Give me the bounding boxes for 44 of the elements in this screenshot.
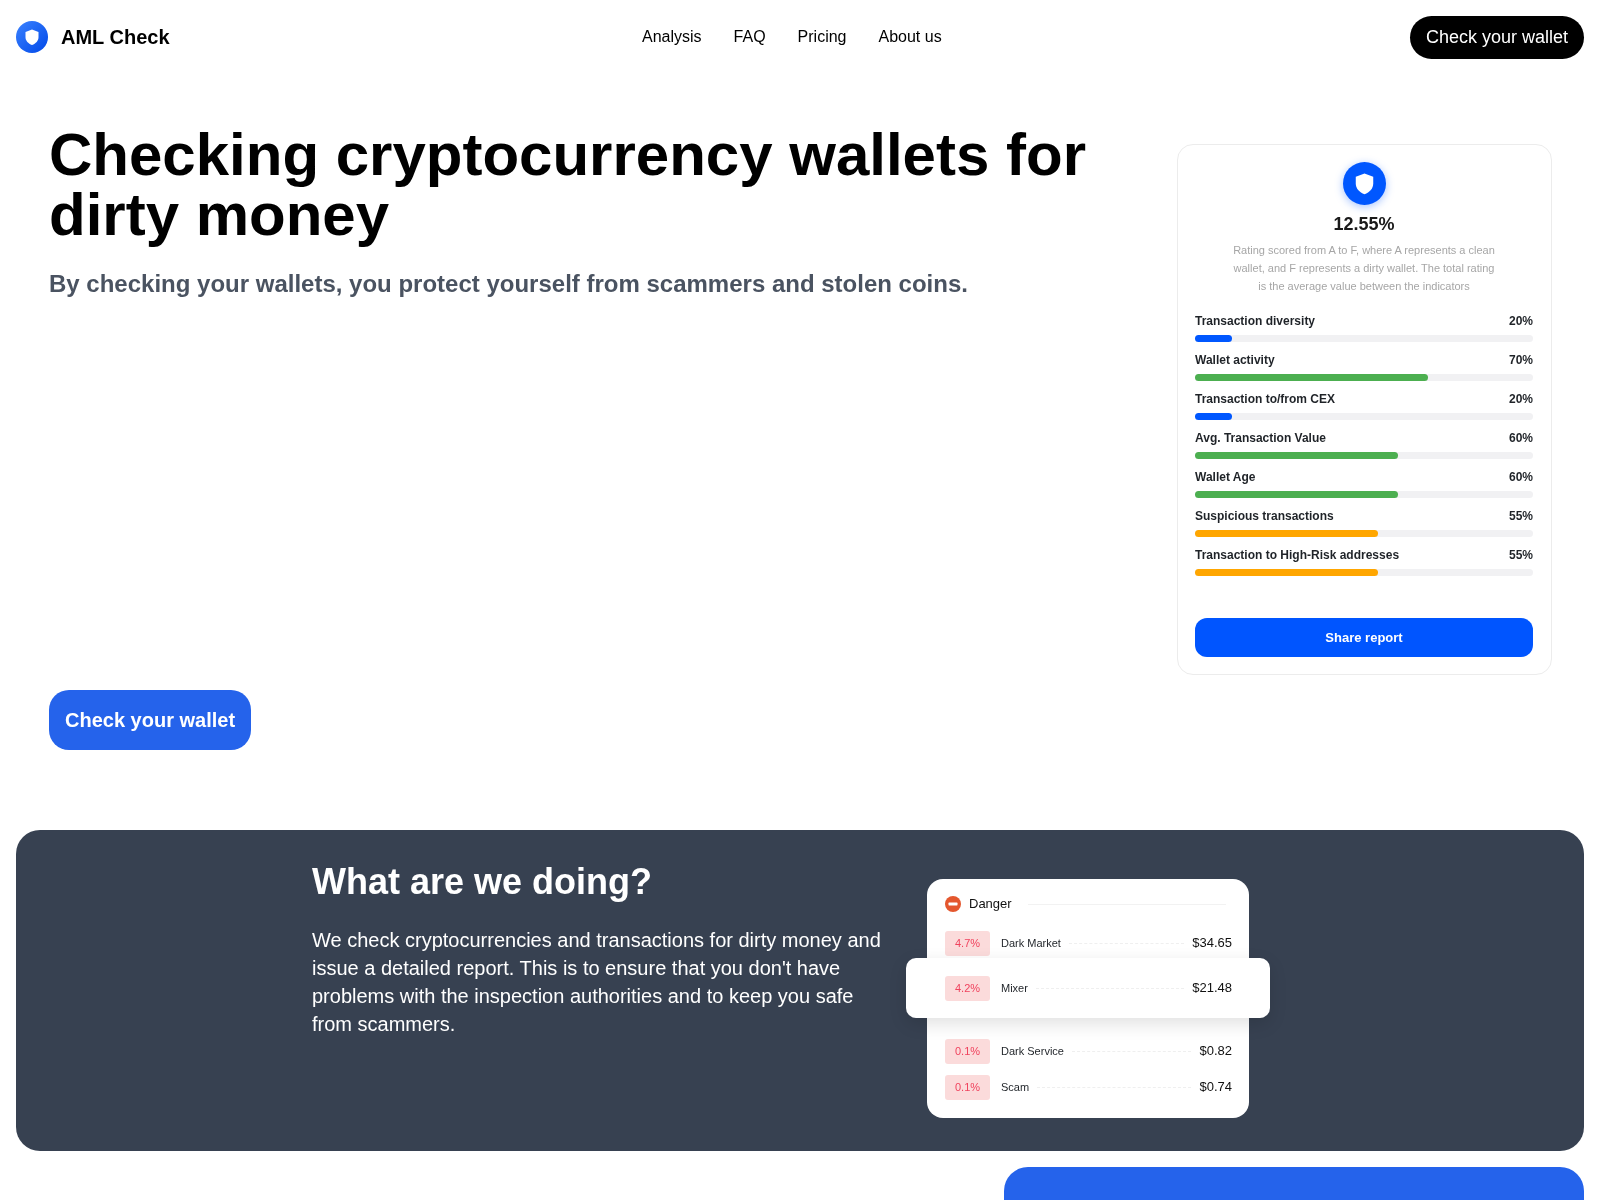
percent-tag: 4.7% (945, 930, 990, 956)
indicator-value: 20% (1508, 391, 1533, 408)
percent-tag: 0.1% (945, 1038, 990, 1064)
share-report-button[interactable]: Share report (1195, 618, 1533, 657)
rating-score: 12.55% (1333, 213, 1395, 235)
amount: $0.82 (1199, 1042, 1232, 1061)
indicator-value: 60% (1508, 430, 1533, 447)
indicator-label: Transaction diversity (1195, 313, 1316, 330)
amount: $34.65 (1192, 934, 1232, 953)
indicator-label: Transaction to High-Risk addresses (1195, 547, 1400, 564)
shield-icon (1342, 162, 1386, 205)
section-text: We check cryptocurrencies and transactions for dirty money and issue a detailed report. This is to ensure that you don't have problems with the inspection authorities and to keep you safe from scammers. (312, 928, 882, 1037)
check-wallet-button[interactable]: Check your wallet (1409, 15, 1584, 59)
hero-subtitle: By checking your wallets, you protect yourself from scammers and stolen coins. (49, 269, 968, 299)
category-name: Scam (1001, 1079, 1030, 1095)
amount: $0.74 (1199, 1078, 1232, 1097)
indicator-value: 55% (1508, 547, 1533, 564)
category-name: Dark Service (1001, 1043, 1064, 1059)
indicator-label: Transaction to/from CEX (1195, 391, 1336, 408)
category-name: Mixer (1001, 980, 1028, 996)
indicator-value: 60% (1508, 469, 1533, 486)
indicator-label: Wallet activity (1195, 352, 1275, 369)
amount: $21.48 (1192, 979, 1232, 998)
category-name: Dark Market (1001, 935, 1061, 951)
indicator-value: 20% (1508, 313, 1533, 330)
indicator-value: 70% (1508, 352, 1533, 369)
indicator-label: Avg. Transaction Value (1195, 430, 1326, 447)
percent-tag: 4.2% (945, 975, 990, 1001)
nav-link[interactable]: FAQ (733, 25, 766, 49)
danger-title: Danger (969, 895, 1012, 914)
hero-title: Checking cryptocurrency wallets for dirty money (49, 125, 1087, 245)
rating-description: Rating scored from A to F, where A represents a clean wallet, and F represents a dirty wallet. The total rating is the average value between the indicators (1232, 243, 1496, 294)
indicator-label: Wallet Age (1195, 469, 1256, 486)
percent-tag: 0.1% (945, 1074, 990, 1100)
nav-link[interactable]: Pricing (797, 25, 847, 49)
shield-logo-icon (16, 21, 48, 53)
nav-link[interactable]: Analysis (642, 25, 702, 49)
indicator-label: Suspicious transactions (1195, 508, 1334, 525)
nav-link[interactable]: About us (878, 25, 942, 49)
minus-circle-icon (945, 896, 961, 912)
check-wallet-button[interactable]: Check your wallet (49, 690, 252, 750)
indicator-value: 55% (1508, 508, 1533, 525)
section-heading: What are we doing? (312, 862, 653, 902)
brand-name: AML Check (61, 25, 170, 50)
